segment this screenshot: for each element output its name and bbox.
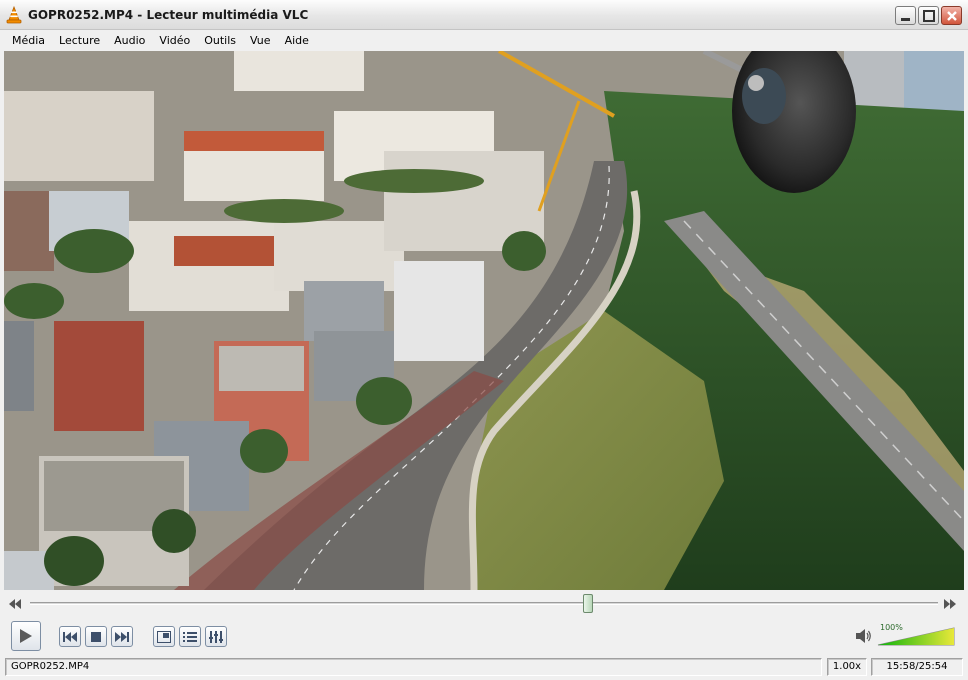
maximize-button[interactable] bbox=[918, 6, 939, 25]
stop-button[interactable] bbox=[85, 626, 107, 647]
status-bar: GOPR0252.MP4 1.00x 15:58/25:54 bbox=[0, 656, 968, 680]
play-icon bbox=[20, 629, 32, 643]
seek-forward-icon[interactable] bbox=[944, 599, 956, 609]
menu-help[interactable]: Aide bbox=[278, 34, 316, 47]
playlist-icon bbox=[183, 631, 197, 642]
menu-video[interactable]: Vidéo bbox=[152, 34, 197, 47]
equalizer-icon bbox=[209, 630, 223, 643]
extended-settings-button[interactable] bbox=[205, 626, 227, 647]
seek-track[interactable] bbox=[30, 602, 938, 605]
status-filename: GOPR0252.MP4 bbox=[5, 658, 822, 676]
speaker-icon[interactable] bbox=[856, 629, 872, 643]
previous-icon bbox=[63, 631, 77, 642]
menu-view[interactable]: Vue bbox=[243, 34, 278, 47]
seek-backward-icon[interactable] bbox=[9, 599, 21, 609]
minimize-button[interactable] bbox=[895, 6, 916, 25]
window-title: GOPR0252.MP4 - Lecteur multimédia VLC bbox=[28, 8, 309, 22]
fullscreen-icon bbox=[157, 630, 171, 643]
aerial-city-photo bbox=[4, 51, 964, 590]
menu-media[interactable]: Média bbox=[5, 34, 52, 47]
video-display[interactable] bbox=[4, 51, 964, 590]
menu-playback[interactable]: Lecture bbox=[52, 34, 107, 47]
play-button[interactable] bbox=[11, 621, 41, 651]
close-icon bbox=[947, 11, 957, 21]
control-bar: 100% bbox=[0, 618, 968, 656]
volume-slider[interactable] bbox=[876, 624, 956, 646]
playlist-button[interactable] bbox=[179, 626, 201, 647]
next-button[interactable] bbox=[111, 626, 133, 647]
seek-area bbox=[0, 590, 968, 618]
maximize-icon bbox=[923, 10, 935, 22]
menu-bar: Média Lecture Audio Vidéo Outils Vue Aid… bbox=[0, 30, 968, 50]
minimize-icon bbox=[901, 18, 910, 21]
playback-speed[interactable]: 1.00x bbox=[827, 658, 867, 676]
stop-icon bbox=[91, 631, 101, 642]
vlc-cone-icon bbox=[6, 6, 22, 24]
menu-tools[interactable]: Outils bbox=[197, 34, 243, 47]
next-icon bbox=[115, 631, 129, 642]
title-bar: GOPR0252.MP4 - Lecteur multimédia VLC bbox=[0, 0, 968, 30]
menu-audio[interactable]: Audio bbox=[107, 34, 152, 47]
close-button[interactable] bbox=[941, 6, 962, 25]
time-display[interactable]: 15:58/25:54 bbox=[871, 658, 963, 676]
seek-handle[interactable] bbox=[582, 594, 593, 613]
previous-button[interactable] bbox=[59, 626, 81, 647]
fullscreen-button[interactable] bbox=[153, 626, 175, 647]
